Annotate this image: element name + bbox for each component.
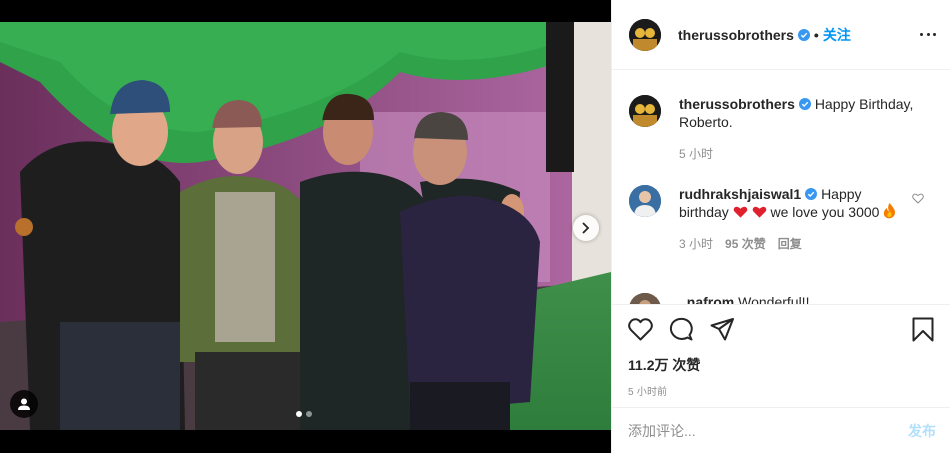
chevron-right-icon xyxy=(582,222,590,234)
comment-likes[interactable]: 95 次赞 xyxy=(725,235,766,253)
carousel-dot-active xyxy=(296,411,302,417)
tagged-people-button[interactable] xyxy=(10,390,38,418)
caption-time: 5 小时 xyxy=(679,147,714,161)
commenter-avatar[interactable] xyxy=(629,185,661,217)
carousel-indicator xyxy=(296,411,312,417)
red-heart-emoji-icon xyxy=(752,206,766,218)
comment-item: rudhrakshjaiswal1 Happy birthday we love… xyxy=(629,185,936,253)
verified-badge-icon xyxy=(805,188,818,200)
comment-input[interactable] xyxy=(628,422,908,439)
comment-text-end: we love you 3000 xyxy=(770,204,880,220)
author-username[interactable]: therussobrothers xyxy=(678,27,794,43)
heart-icon xyxy=(628,317,653,340)
verified-badge-icon xyxy=(798,98,811,110)
commenter-avatar[interactable] xyxy=(629,293,661,304)
post-actions: 11.2万 次赞 5 小时前 xyxy=(612,304,950,398)
post-photo[interactable] xyxy=(0,0,611,453)
post-comment-button[interactable]: 发布 xyxy=(908,421,936,441)
more-options-icon[interactable] xyxy=(920,26,936,42)
author-avatar[interactable] xyxy=(629,18,661,51)
likes-count[interactable]: 11.2万 次赞 xyxy=(628,355,934,375)
user-icon xyxy=(18,398,30,410)
send-icon xyxy=(710,318,734,341)
post-timestamp[interactable]: 5 小时前 xyxy=(628,383,934,398)
post-header: therussobrothers • 关注 xyxy=(612,0,950,70)
next-slide-button[interactable] xyxy=(573,215,599,241)
save-button[interactable] xyxy=(912,317,934,342)
post-side-panel: therussobrothers • 关注 therussobrothers H… xyxy=(611,0,950,453)
red-heart-emoji-icon xyxy=(733,206,747,218)
reply-button[interactable]: 回复 xyxy=(778,235,802,253)
comment-item: _nafrom Wonderful!! xyxy=(629,293,936,304)
follow-separator: • xyxy=(813,26,819,43)
follow-button[interactable]: 关注 xyxy=(823,25,851,45)
like-button[interactable] xyxy=(628,317,653,341)
comment-text: Wonderful!! xyxy=(738,294,810,304)
commenter-username[interactable]: _nafrom xyxy=(679,294,734,304)
fire-emoji-icon xyxy=(884,203,896,219)
comments-list[interactable]: therussobrothers Happy Birthday, Roberto… xyxy=(612,71,950,304)
comment-composer: 发布 xyxy=(612,407,950,453)
comment-button[interactable] xyxy=(669,317,694,342)
share-button[interactable] xyxy=(710,317,735,341)
comment-time: 3 小时 xyxy=(679,237,714,251)
carousel-dot xyxy=(306,411,312,417)
post-image xyxy=(0,22,611,430)
comment-bubble-icon xyxy=(669,317,693,340)
caption-avatar[interactable] xyxy=(629,95,661,127)
verified-badge-icon xyxy=(797,28,810,41)
like-comment-icon[interactable] xyxy=(912,193,924,204)
bookmark-icon xyxy=(912,317,934,341)
caption-username[interactable]: therussobrothers xyxy=(679,96,795,112)
commenter-username[interactable]: rudhrakshjaiswal1 xyxy=(679,186,801,202)
caption: therussobrothers Happy Birthday, Roberto… xyxy=(629,95,936,163)
